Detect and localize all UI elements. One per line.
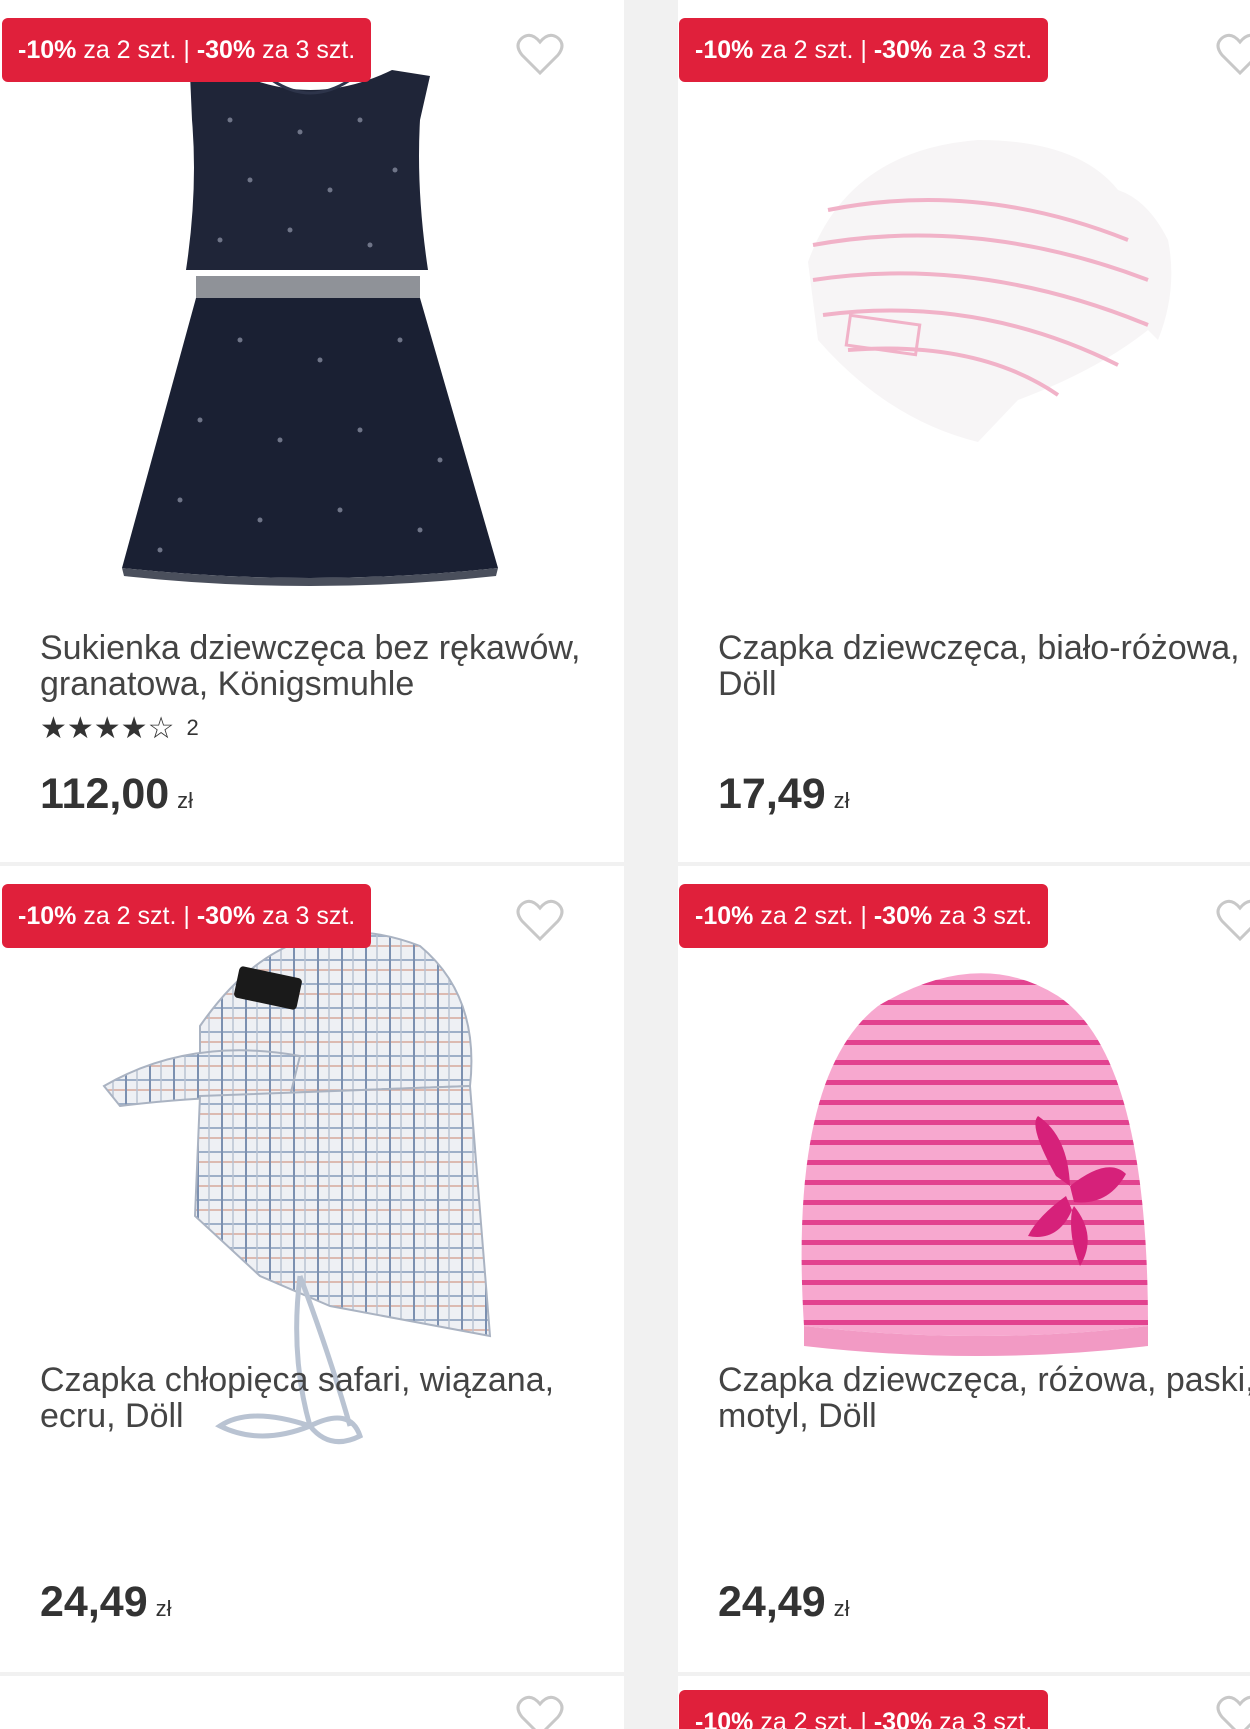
product-card[interactable]: -10% za 2 szt. | -30% za 3 szt. Sukienka… (0, 0, 624, 862)
promo-badge: -10% za 2 szt. | -30% za 3 szt. (2, 884, 372, 948)
promo-discount-2: -30% (873, 902, 933, 930)
promo-text-1: za 2 szt. | (753, 902, 874, 930)
promo-text-2: za 3 szt. (932, 1708, 1033, 1729)
product-price: 112,00 zł (40, 770, 193, 819)
product-price: 24,49 zł (718, 1578, 850, 1627)
promo-discount-2: -30% (196, 36, 256, 64)
product-card[interactable]: -10% za 2 szt. | -30% za 3 szt. Czapka d… (678, 866, 1250, 1672)
price-currency: zł (833, 1596, 850, 1621)
product-title-line: granatowa, Königsmuhle (40, 665, 415, 703)
heart-outline-icon[interactable] (1216, 1694, 1250, 1729)
product-card[interactable] (0, 1676, 624, 1729)
product-card[interactable]: -10% za 2 szt. | -30% za 3 szt. Czapka c… (0, 866, 624, 1672)
promo-text-1: za 2 szt. | (76, 36, 197, 64)
product-title-line: Czapka dziewczęca, różowa, paski, (718, 1361, 1250, 1399)
promo-discount-2: -30% (873, 1708, 933, 1729)
rating-count: 2 (186, 715, 199, 740)
product-image-hat-white-pink[interactable] (678, 40, 1250, 600)
promo-text-1: za 2 szt. | (753, 1708, 874, 1729)
price-currency: zł (177, 788, 194, 813)
promo-badge: -10% za 2 szt. | -30% za 3 szt. (679, 1690, 1049, 1729)
rating[interactable]: ★★★★☆ 2 (40, 711, 199, 745)
promo-discount-1: -10% (18, 36, 77, 64)
heart-outline-icon[interactable] (516, 32, 564, 76)
promo-badge: -10% za 2 szt. | -30% za 3 szt. (679, 18, 1049, 82)
heart-outline-icon[interactable] (1216, 898, 1250, 942)
product-title[interactable]: Czapka chłopięca safari, wiązana, ecru, … (40, 1362, 614, 1434)
price-currency: zł (833, 788, 850, 813)
price-value: 112,00 (40, 770, 170, 818)
star-rating-icon: ★★★★☆ (40, 711, 175, 745)
product-price: 24,49 zł (40, 1578, 172, 1627)
promo-text-2: za 3 szt. (255, 36, 356, 64)
product-title[interactable]: Czapka dziewczęca, różowa, paski, motyl,… (718, 1361, 1250, 1435)
promo-text-2: za 3 szt. (255, 902, 356, 930)
product-image-dress[interactable] (0, 40, 624, 600)
product-title-line: Czapka chłopięca safari, wiązana, (40, 1361, 555, 1399)
product-title-line: Czapka dziewczęca, biało-różowa, (718, 629, 1240, 667)
product-card[interactable]: -10% za 2 szt. | -30% za 3 szt. Czapka d… (678, 0, 1250, 862)
promo-text-1: za 2 szt. | (76, 902, 197, 930)
heart-outline-icon[interactable] (516, 898, 564, 942)
price-value: 17,49 (718, 770, 826, 818)
product-title-line: Sukienka dziewczęca bez rękawów, (40, 629, 581, 667)
promo-text-2: za 3 szt. (932, 36, 1033, 64)
heart-outline-icon[interactable] (516, 1694, 564, 1729)
promo-text-2: za 3 szt. (932, 902, 1033, 930)
product-title[interactable]: Sukienka dziewczęca bez rękawów, granato… (40, 630, 614, 702)
product-title-line: motyl, Döll (718, 1397, 877, 1435)
promo-discount-2: -30% (873, 36, 933, 64)
product-card[interactable]: -10% za 2 szt. | -30% za 3 szt. (678, 1676, 1250, 1729)
promo-discount-1: -10% (695, 1708, 754, 1729)
heart-outline-icon[interactable] (1216, 32, 1250, 76)
product-title-line: Döll (718, 665, 777, 703)
promo-discount-1: -10% (695, 902, 754, 930)
product-title-line: ecru, Döll (40, 1397, 184, 1435)
promo-badge: -10% za 2 szt. | -30% za 3 szt. (2, 18, 372, 82)
promo-discount-1: -10% (18, 902, 77, 930)
promo-discount-1: -10% (695, 36, 754, 64)
promo-badge: -10% za 2 szt. | -30% za 3 szt. (679, 884, 1049, 948)
promo-discount-2: -30% (196, 902, 256, 930)
product-grid: -10% za 2 szt. | -30% za 3 szt. Sukienka… (0, 0, 1250, 1729)
price-value: 24,49 (40, 1578, 148, 1626)
promo-text-1: za 2 szt. | (753, 36, 874, 64)
price-currency: zł (155, 1596, 172, 1621)
product-title[interactable]: Czapka dziewczęca, biało-różowa, Döll (718, 630, 1240, 702)
price-value: 24,49 (718, 1578, 826, 1626)
product-price: 17,49 zł (718, 770, 850, 819)
